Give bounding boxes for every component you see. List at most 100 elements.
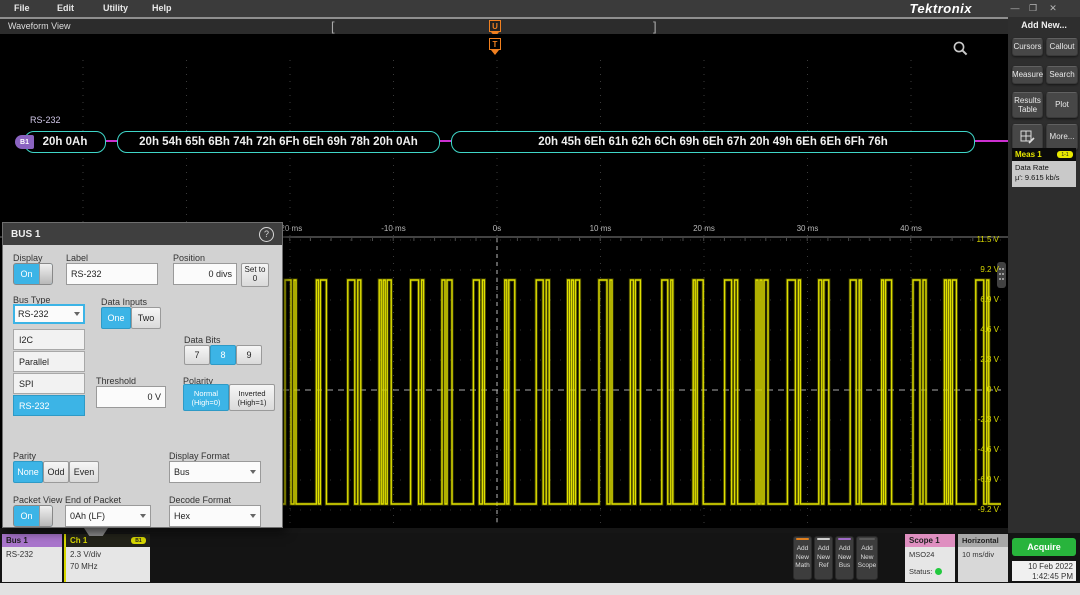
polarity-inverted-button[interactable]: Inverted (High=1)	[229, 384, 275, 411]
search-button[interactable]: Search	[1046, 66, 1078, 84]
threshold-field[interactable]: 0 V	[96, 386, 166, 408]
decode-packet: 20h 45h 6Eh 61h 62h 6Ch 69h 6Eh 67h 20h …	[451, 131, 975, 153]
volt-tick-label: 4.6 V	[941, 325, 999, 334]
data-bits-9-button[interactable]: 9	[236, 345, 262, 365]
menu-item-edit[interactable]: Edit	[57, 3, 74, 13]
zoom-bracket-right[interactable]: ]	[653, 19, 657, 34]
callout-button[interactable]: Callout	[1046, 38, 1078, 56]
bus-type-option-rs232[interactable]: RS-232	[13, 395, 85, 416]
polarity-normal-line1: Normal	[194, 389, 218, 398]
parity-odd-button[interactable]: Odd	[43, 461, 69, 483]
bus-type-option-i2c[interactable]: I2C	[13, 329, 85, 350]
ref-color-bar	[817, 538, 830, 540]
add-math-l2: New	[796, 554, 809, 562]
add-math-l1: Add	[797, 545, 809, 553]
packet-view-toggle[interactable]: On	[13, 505, 53, 527]
add-new-math-button[interactable]: Add New Math	[793, 536, 812, 580]
volt-tick-label: -9.2 V	[941, 505, 999, 514]
menu-item-help[interactable]: Help	[152, 3, 172, 13]
bus-type-option-spi[interactable]: SPI	[13, 373, 85, 394]
trigger-position-marker[interactable]: U	[489, 20, 501, 32]
taskbar-strip	[0, 583, 1080, 595]
minimize-icon[interactable]: —	[1008, 2, 1022, 14]
more-button[interactable]: More...	[1046, 124, 1078, 150]
chevron-down-icon	[250, 470, 256, 474]
meas-badge[interactable]: Meas 1 1-1	[1012, 148, 1076, 161]
results-table-button[interactable]: Results Table	[1012, 92, 1043, 118]
menu-item-utility[interactable]: Utility	[103, 3, 128, 13]
horizontal-badge-body[interactable]: 10 ms/div	[958, 547, 1008, 582]
menu-bar: File Edit Utility Help Tektronix — ❐ ✕	[0, 0, 1080, 17]
bus1-badge-body[interactable]: RS-232	[2, 547, 62, 582]
chevron-down-icon	[74, 312, 80, 316]
position-field[interactable]: 0 divs	[173, 263, 237, 285]
add-ref-l1: Add	[818, 545, 830, 553]
measure-button[interactable]: Measure	[1012, 66, 1043, 84]
data-inputs-two-button[interactable]: Two	[131, 307, 161, 329]
data-inputs-one-button[interactable]: One	[101, 307, 131, 329]
add-new-scope-button[interactable]: Add New Scope	[856, 536, 878, 580]
end-of-packet-value: 0Ah (LF)	[70, 511, 105, 521]
close-icon[interactable]: ✕	[1046, 2, 1060, 14]
ch1-badge-body[interactable]: 2.3 V/div 70 MHz	[64, 547, 150, 582]
dialog-header[interactable]: BUS 1 ?	[3, 223, 282, 245]
display-toggle[interactable]: On	[13, 263, 53, 285]
decode-connector	[440, 140, 451, 142]
chevron-down-icon	[140, 514, 146, 518]
time-tick-label: 40 ms	[889, 224, 933, 233]
maximize-icon[interactable]: ❐	[1026, 2, 1040, 14]
decode-format-label: Decode Format	[169, 495, 231, 505]
bus-link-pill: B1	[131, 537, 146, 544]
plot-button[interactable]: Plot	[1046, 92, 1078, 118]
decode-connector	[975, 140, 1008, 142]
volt-tick-label: 11.5 V	[941, 235, 999, 244]
set-to-zero-button[interactable]: Set to 0	[241, 263, 269, 287]
time-tick-label: 30 ms	[786, 224, 830, 233]
end-of-packet-dropdown[interactable]: 0Ah (LF)	[65, 505, 151, 527]
zoom-magnifier-icon[interactable]	[952, 40, 969, 57]
polarity-normal-button[interactable]: Normal (High=0)	[183, 384, 229, 411]
zoom-bracket-left[interactable]: [	[331, 19, 335, 34]
position-label: Position	[173, 253, 205, 263]
datetime-readout: 10 Feb 2022 1:42:45 PM	[1012, 561, 1076, 581]
menu-item-file[interactable]: File	[14, 3, 30, 13]
toggle-knob	[39, 506, 52, 526]
table-edit-button[interactable]	[1012, 124, 1043, 150]
scope1-badge[interactable]: Scope 1	[905, 534, 955, 547]
grip-dots-icon	[999, 268, 1001, 270]
tab-waveform-view[interactable]: Waveform View	[8, 21, 71, 31]
volt-tick-label: 0 V	[941, 385, 999, 394]
time-tick-label: 10 ms	[579, 224, 623, 233]
bus-type-dropdown[interactable]: RS-232	[13, 304, 85, 324]
brand-logo: Tektronix	[909, 1, 972, 16]
decode-format-value: Hex	[174, 511, 190, 521]
acquire-button[interactable]: Acquire	[1012, 538, 1076, 556]
help-icon[interactable]: ?	[259, 227, 274, 242]
time-tick-label: 20 ms	[682, 224, 726, 233]
bus-handle-badge[interactable]: B1	[15, 135, 34, 149]
scope1-badge-body[interactable]: MSO24 Status:	[905, 547, 955, 582]
trigger-indicator[interactable]: T	[489, 38, 501, 50]
bus1-badge[interactable]: Bus 1	[2, 534, 62, 547]
display-format-value: Bus	[174, 467, 190, 477]
horizontal-badge[interactable]: Horizontal	[958, 534, 1008, 547]
ch1-badge[interactable]: Ch 1 B1	[64, 534, 150, 547]
display-format-dropdown[interactable]: Bus	[169, 461, 261, 483]
data-bits-8-button[interactable]: 8	[210, 345, 236, 365]
scope-color-bar	[859, 538, 875, 540]
add-new-ref-button[interactable]: Add New Ref	[814, 536, 833, 580]
label-field[interactable]: RS-232	[66, 263, 158, 285]
bus-type-option-parallel[interactable]: Parallel	[13, 351, 85, 372]
add-scope-l2: New	[860, 554, 873, 562]
add-new-bus-button[interactable]: Add New Bus	[835, 536, 854, 580]
meas-readout: Data Rate µ': 9.615 kb/s	[1012, 161, 1076, 187]
cursors-button[interactable]: Cursors	[1012, 38, 1043, 56]
decode-packet: 20h 0Ah	[24, 131, 106, 153]
parity-none-button[interactable]: None	[13, 461, 43, 483]
data-bits-7-button[interactable]: 7	[184, 345, 210, 365]
parity-even-button[interactable]: Even	[69, 461, 99, 483]
oscilloscope-app: File Edit Utility Help Tektronix — ❐ ✕ W…	[0, 0, 1080, 595]
decode-format-dropdown[interactable]: Hex	[169, 505, 261, 527]
display-format-label: Display Format	[169, 451, 230, 461]
chevron-down-icon	[250, 514, 256, 518]
